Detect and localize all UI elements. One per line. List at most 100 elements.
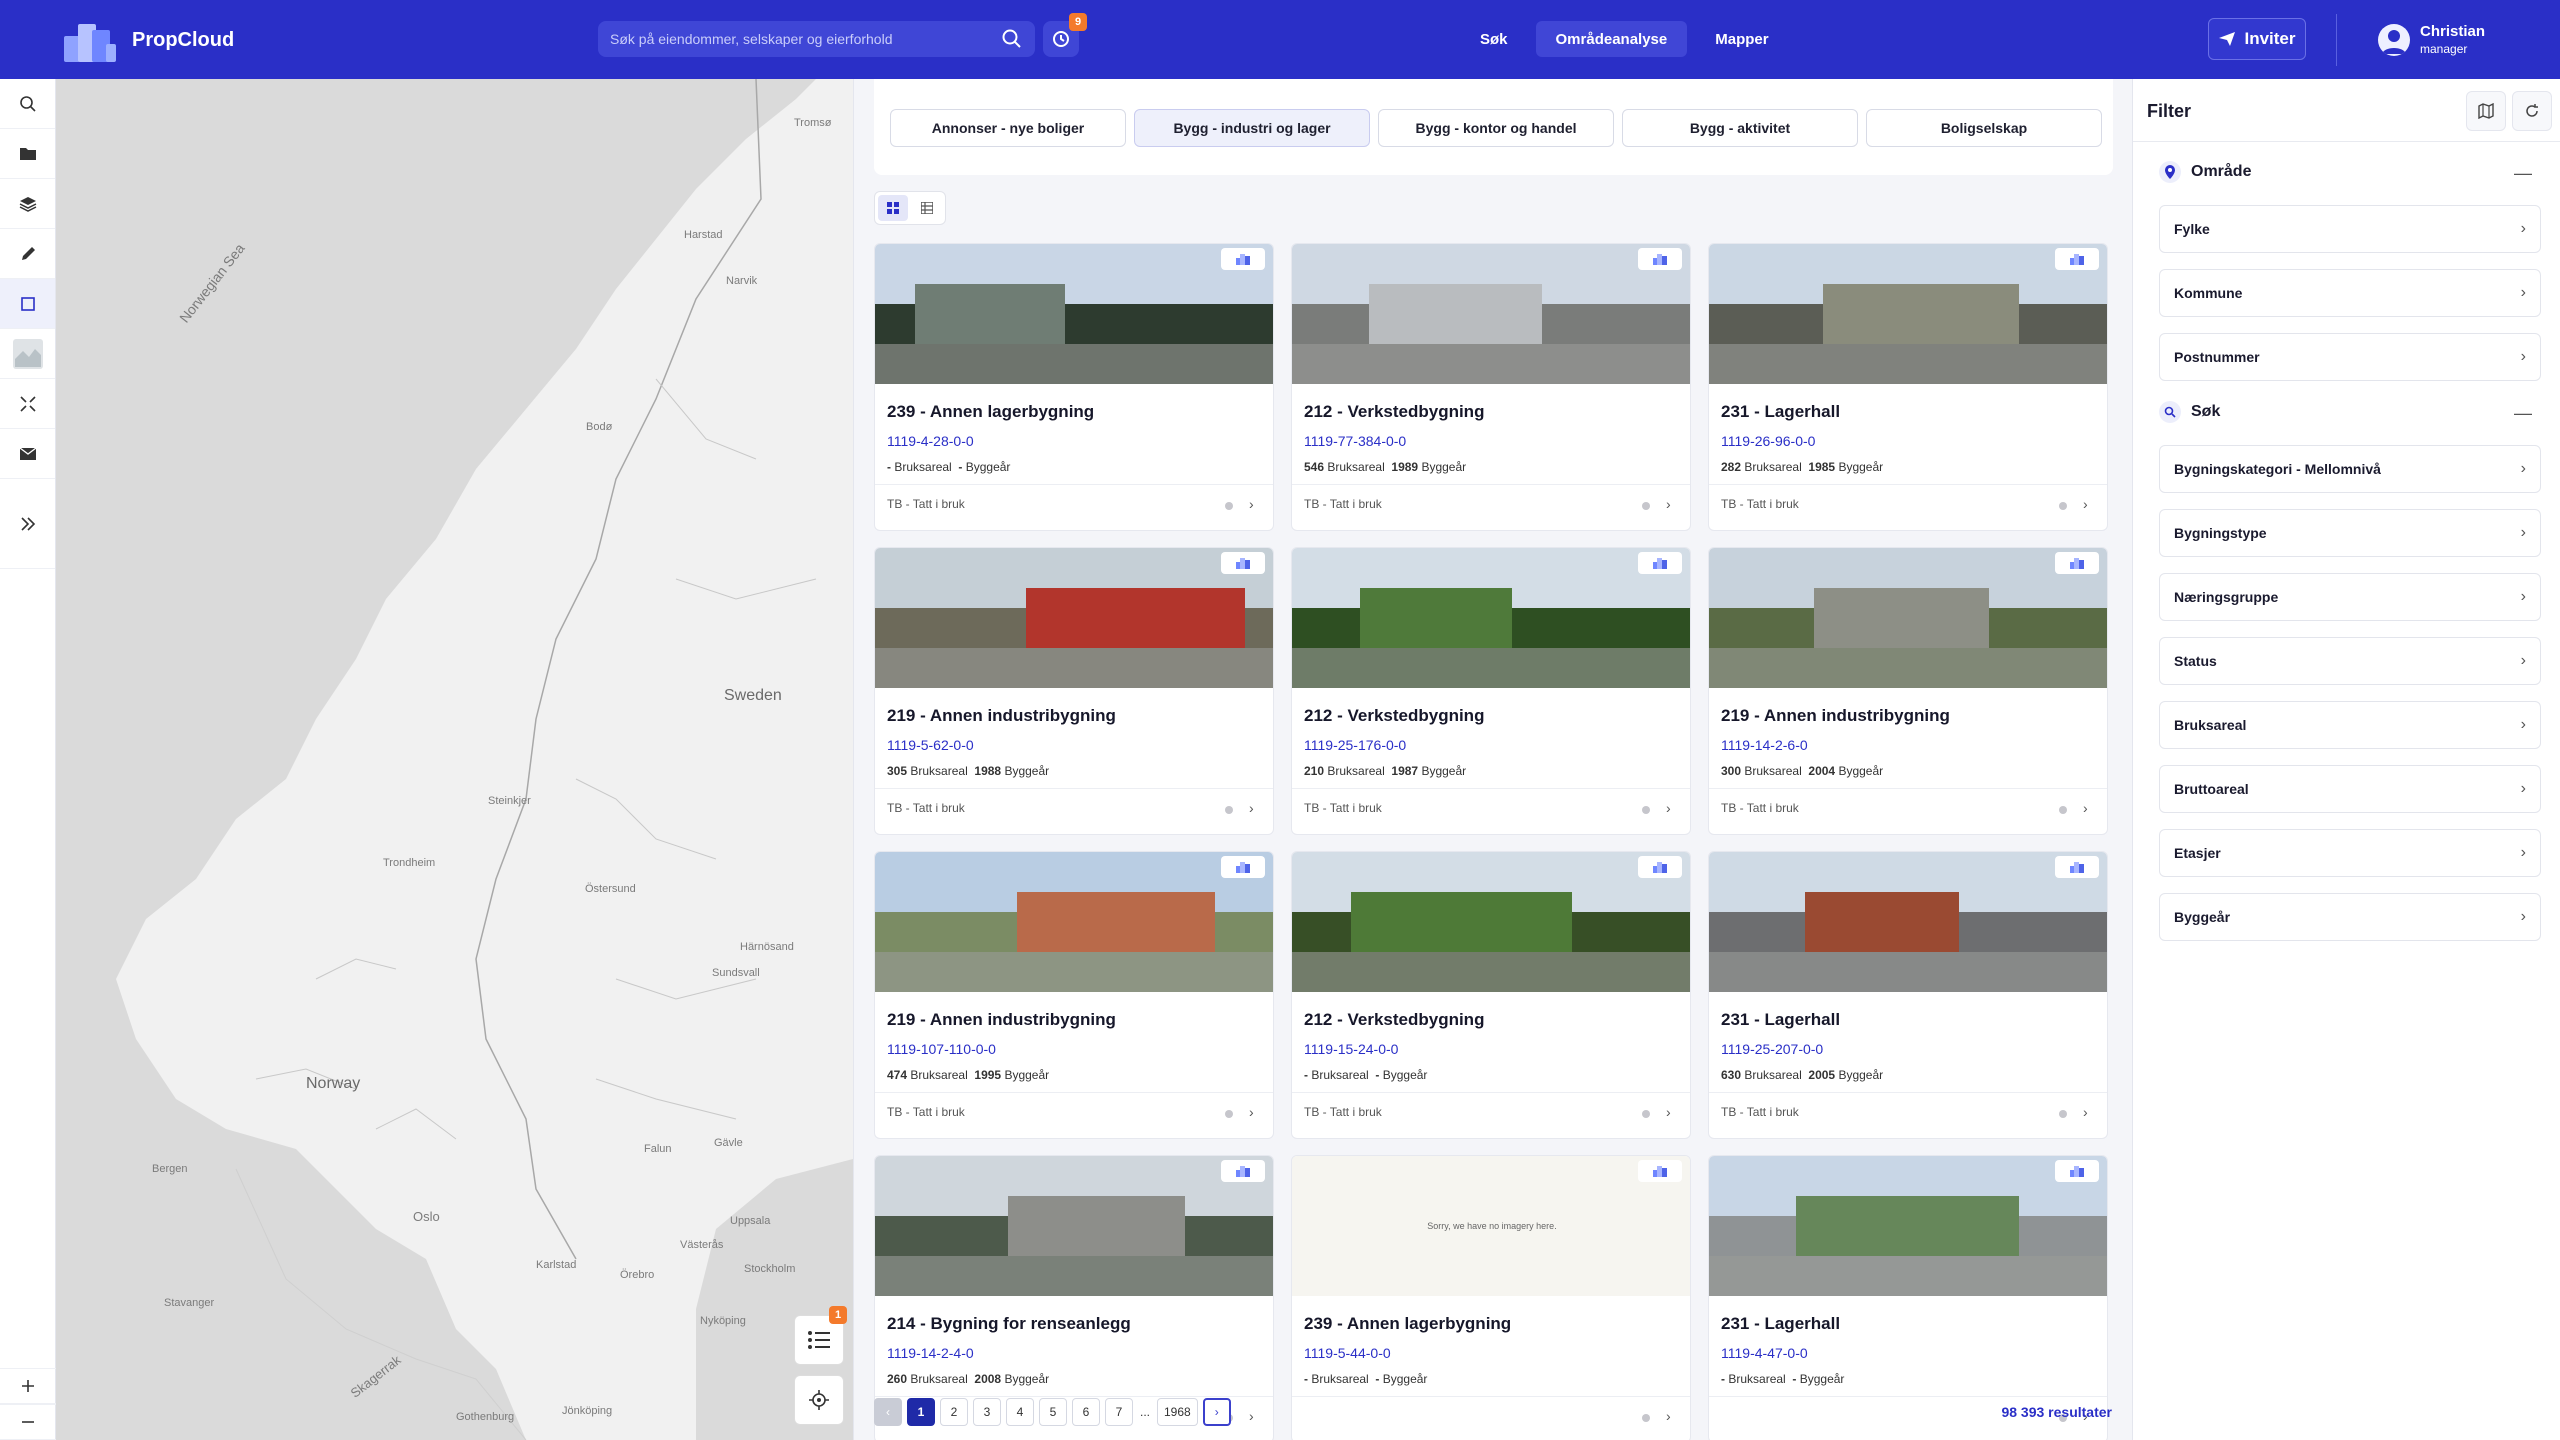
property-card[interactable]: 231 - Lagerhall 1119-4-47-0-0 - Bruksare… <box>1708 1155 2108 1440</box>
rail-draw[interactable] <box>0 229 55 279</box>
card-title[interactable]: 219 - Annen industribygning <box>1721 706 1950 726</box>
card-title[interactable]: 239 - Annen lagerbygning <box>1304 1314 1511 1334</box>
filter-kommune[interactable]: Kommune › <box>2159 269 2541 317</box>
card-property-id[interactable]: 1119-4-47-0-0 <box>1721 1345 1808 1361</box>
list-view-button[interactable] <box>912 195 942 221</box>
chevron-right-icon[interactable]: › <box>1666 496 1671 512</box>
3d-view-button[interactable] <box>1221 552 1265 574</box>
collapse-section-button[interactable]: — <box>2514 163 2532 184</box>
nav-item-sok[interactable]: Søk <box>1460 21 1528 57</box>
chevron-right-icon[interactable]: › <box>1666 1408 1671 1424</box>
card-title[interactable]: 231 - Lagerhall <box>1721 1314 1840 1334</box>
rail-search[interactable] <box>0 79 55 129</box>
card-title[interactable]: 214 - Bygning for renseanlegg <box>887 1314 1131 1334</box>
property-card[interactable]: 239 - Annen lagerbygning 1119-4-28-0-0 -… <box>874 243 1274 531</box>
property-card[interactable]: Sorry, we have no imagery here. 239 - An… <box>1291 1155 1691 1440</box>
filter-etasjer[interactable]: Etasjer › <box>2159 829 2541 877</box>
3d-view-button[interactable] <box>1638 552 1682 574</box>
card-title[interactable]: 212 - Verkstedbygning <box>1304 706 1484 726</box>
chevron-right-icon[interactable]: › <box>1249 1408 1254 1424</box>
property-card[interactable]: 212 - Verkstedbygning 1119-77-384-0-0 54… <box>1291 243 1691 531</box>
card-title[interactable]: 231 - Lagerhall <box>1721 402 1840 422</box>
grid-view-button[interactable] <box>878 195 908 221</box>
search-input[interactable] <box>610 31 1001 47</box>
chevron-right-icon[interactable]: › <box>1666 1104 1671 1120</box>
3d-view-button[interactable] <box>1638 248 1682 270</box>
page-button[interactable]: 7 <box>1105 1398 1133 1426</box>
category-button[interactable]: Bygg - kontor og handel <box>1378 109 1614 147</box>
card-property-id[interactable]: 1119-25-176-0-0 <box>1304 737 1406 753</box>
card-title[interactable]: 231 - Lagerhall <box>1721 1010 1840 1030</box>
category-button[interactable]: Bygg - industri og lager <box>1134 109 1370 147</box>
filter-map-button[interactable] <box>2466 91 2506 131</box>
filter-bruksareal[interactable]: Bruksareal › <box>2159 701 2541 749</box>
rail-mail[interactable] <box>0 429 55 479</box>
search-icon[interactable] <box>1001 28 1023 50</box>
property-card[interactable]: 219 - Annen industribygning 1119-14-2-6-… <box>1708 547 2108 835</box>
3d-view-button[interactable] <box>1638 856 1682 878</box>
last-page-button[interactable]: 1968 <box>1157 1398 1198 1426</box>
card-title[interactable]: 212 - Verkstedbygning <box>1304 1010 1484 1030</box>
card-title[interactable]: 212 - Verkstedbygning <box>1304 402 1484 422</box>
3d-view-button[interactable] <box>1638 1160 1682 1182</box>
rail-expand[interactable] <box>0 479 55 569</box>
card-title[interactable]: 219 - Annen industribygning <box>887 706 1116 726</box>
invite-button[interactable]: Inviter <box>2208 18 2306 60</box>
page-button[interactable]: 3 <box>973 1398 1001 1426</box>
card-title[interactable]: 239 - Annen lagerbygning <box>887 402 1094 422</box>
chevron-right-icon[interactable]: › <box>2083 496 2088 512</box>
3d-view-button[interactable] <box>2055 856 2099 878</box>
card-property-id[interactable]: 1119-4-28-0-0 <box>887 433 974 449</box>
search-history-button[interactable]: 9 <box>1043 13 1087 57</box>
rail-layers[interactable] <box>0 179 55 229</box>
page-button[interactable]: 4 <box>1006 1398 1034 1426</box>
nav-item-omradeanalyse[interactable]: Områdeanalyse <box>1535 21 1688 57</box>
filter-status[interactable]: Status › <box>2159 637 2541 685</box>
3d-view-button[interactable] <box>2055 552 2099 574</box>
3d-view-button[interactable] <box>2055 1160 2099 1182</box>
filter-reset-button[interactable] <box>2512 91 2552 131</box>
page-button[interactable]: 6 <box>1072 1398 1100 1426</box>
chevron-right-icon[interactable]: › <box>1666 800 1671 816</box>
3d-view-button[interactable] <box>1221 248 1265 270</box>
card-property-id[interactable]: 1119-15-24-0-0 <box>1304 1041 1398 1057</box>
filter-byggear[interactable]: Byggeår › <box>2159 893 2541 941</box>
rail-folders[interactable] <box>0 129 55 179</box>
property-card[interactable]: 212 - Verkstedbygning 1119-25-176-0-0 21… <box>1291 547 1691 835</box>
category-button[interactable]: Boligselskap <box>1866 109 2102 147</box>
user-menu[interactable]: Christian manager <box>2378 23 2485 56</box>
property-card[interactable]: 231 - Lagerhall 1119-25-207-0-0 630 Bruk… <box>1708 851 2108 1139</box>
category-button[interactable]: Annonser - nye boliger <box>890 109 1126 147</box>
filter-naeringsgruppe[interactable]: Næringsgruppe › <box>2159 573 2541 621</box>
filter-section-omrade[interactable]: Område <box>2159 161 2251 183</box>
chevron-right-icon[interactable]: › <box>2083 1104 2088 1120</box>
zoom-in-button[interactable] <box>0 1368 56 1404</box>
nav-item-mapper[interactable]: Mapper <box>1695 21 1788 57</box>
property-card[interactable]: 231 - Lagerhall 1119-26-96-0-0 282 Bruks… <box>1708 243 2108 531</box>
filter-postnummer[interactable]: Postnummer › <box>2159 333 2541 381</box>
property-card[interactable]: 219 - Annen industribygning 1119-107-110… <box>874 851 1274 1139</box>
page-button[interactable]: 2 <box>940 1398 968 1426</box>
property-card[interactable]: 219 - Annen industribygning 1119-5-62-0-… <box>874 547 1274 835</box>
collapse-section-button[interactable]: — <box>2514 403 2532 424</box>
page-button[interactable]: 1 <box>907 1398 935 1426</box>
filter-fylke[interactable]: Fylke › <box>2159 205 2541 253</box>
chevron-right-icon[interactable]: › <box>1249 800 1254 816</box>
card-property-id[interactable]: 1119-14-2-4-0 <box>887 1345 974 1361</box>
filter-bygningskategori[interactable]: Bygningskategori - Mellomnivå › <box>2159 445 2541 493</box>
3d-view-button[interactable] <box>1221 856 1265 878</box>
card-property-id[interactable]: 1119-107-110-0-0 <box>887 1041 996 1057</box>
filter-section-sok[interactable]: Søk <box>2159 401 2220 423</box>
category-button[interactable]: Bygg - aktivitet <box>1622 109 1858 147</box>
next-page-button[interactable]: › <box>1202 1398 1231 1426</box>
rail-basemap[interactable] <box>0 329 55 379</box>
logo[interactable]: PropCloud <box>62 18 234 62</box>
3d-view-button[interactable] <box>1221 1160 1265 1182</box>
chevron-right-icon[interactable]: › <box>2083 800 2088 816</box>
chevron-right-icon[interactable]: › <box>1249 1104 1254 1120</box>
locate-button[interactable] <box>794 1375 844 1425</box>
filter-bruttoareal[interactable]: Bruttoareal › <box>2159 765 2541 813</box>
property-card[interactable]: 212 - Verkstedbygning 1119-15-24-0-0 - B… <box>1291 851 1691 1139</box>
card-property-id[interactable]: 1119-5-62-0-0 <box>887 737 974 753</box>
3d-view-button[interactable] <box>2055 248 2099 270</box>
